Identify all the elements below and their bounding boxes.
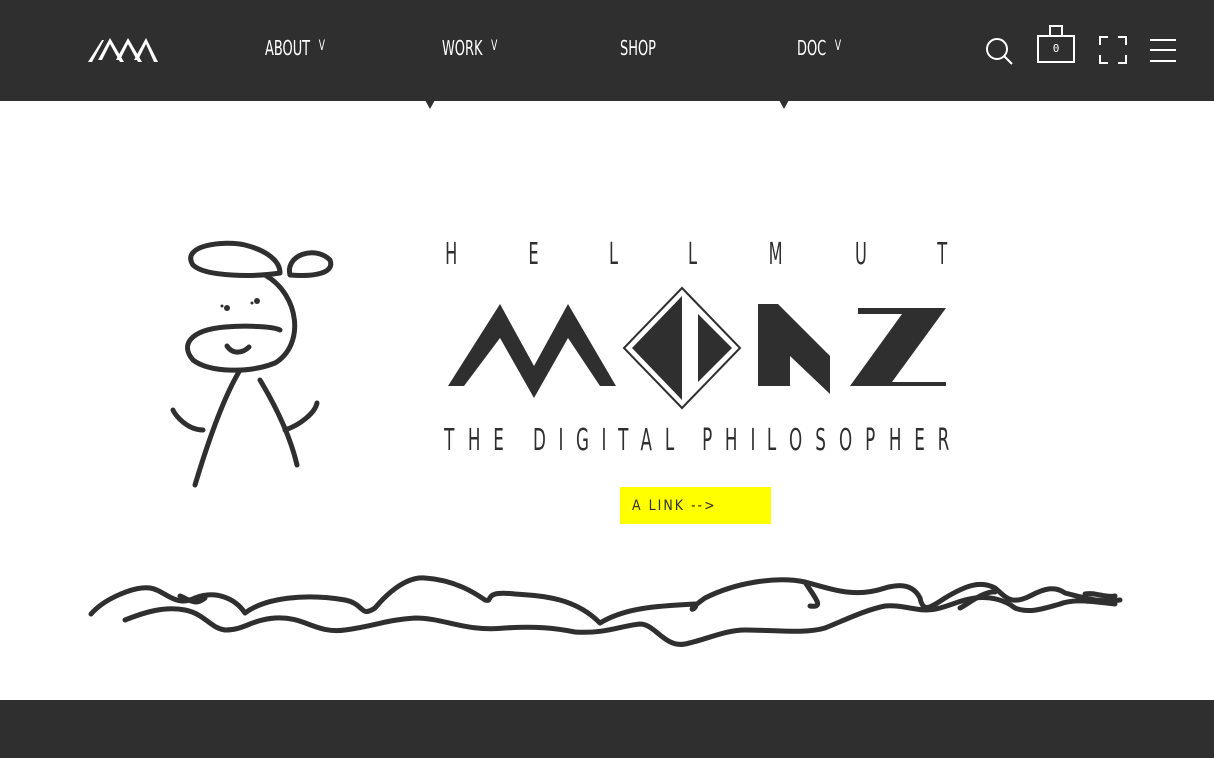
- cart-count: 0: [1052, 42, 1060, 55]
- menu-icon[interactable]: [1150, 38, 1176, 64]
- dropdown-pointer: [425, 100, 435, 109]
- tagline-letter: R: [937, 422, 950, 458]
- nav-doc[interactable]: DOC v: [797, 34, 841, 62]
- tagline-letter: P: [702, 422, 713, 458]
- scribble-divider: [88, 575, 1123, 647]
- nav-doc-label: DOC: [797, 36, 827, 60]
- hero-letter: M: [768, 236, 783, 272]
- hero-tagline: T H E D I G I T A L P H I L O S O P H E …: [441, 420, 953, 460]
- tagline-letter: H: [467, 422, 480, 458]
- hero-letter: H: [445, 236, 458, 272]
- hero-letter: L: [609, 236, 619, 272]
- hero-letter: L: [687, 236, 697, 272]
- tagline-letter: O: [788, 422, 802, 458]
- tagline-letter: A: [640, 422, 653, 458]
- tagline-letter: I: [558, 422, 564, 458]
- nav-shop-label: SHOP: [620, 36, 656, 60]
- nav-about-label: ABOUT: [265, 36, 311, 60]
- hero-letter: E: [528, 236, 539, 272]
- chevron-down-icon: v: [491, 38, 498, 54]
- chevron-down-icon: v: [834, 38, 842, 54]
- cart-button[interactable]: 0: [1036, 24, 1076, 64]
- hero-firstname: H E L L M U T: [441, 236, 951, 272]
- nav-work[interactable]: WORK v: [442, 34, 497, 62]
- logo-icon[interactable]: [88, 36, 158, 64]
- tagline-letter: G: [575, 422, 589, 458]
- tagline-letter: H: [725, 422, 738, 458]
- hero-letter: U: [854, 236, 867, 272]
- cta-label: A LINK -->: [632, 497, 717, 514]
- site-header: ABOUT v WORK v SHOP DOC v 0: [0, 0, 1214, 101]
- tagline-letter: H: [888, 422, 902, 458]
- fullscreen-icon[interactable]: [1099, 36, 1127, 64]
- search-icon[interactable]: [984, 36, 1014, 66]
- tagline-letter: T: [617, 422, 629, 458]
- tagline-letter: O: [839, 422, 853, 458]
- wordmark-monz: [448, 286, 946, 410]
- dropdown-pointer: [779, 100, 789, 109]
- tagline-letter: L: [766, 422, 776, 458]
- tagline-letter: E: [914, 422, 925, 458]
- cta-link-button[interactable]: A LINK -->: [620, 487, 771, 524]
- tagline-letter: I: [750, 422, 756, 458]
- character-illustration: [170, 240, 334, 488]
- tagline-letter: E: [493, 422, 504, 458]
- nav-about[interactable]: ABOUT v: [265, 34, 325, 62]
- chevron-down-icon: v: [318, 38, 325, 54]
- tagline-letter: T: [444, 422, 455, 458]
- hero-letter: T: [937, 236, 948, 272]
- nav-shop[interactable]: SHOP: [620, 34, 656, 62]
- tagline-letter: I: [601, 422, 607, 458]
- tagline-letter: L: [664, 422, 675, 458]
- footer-bar: [0, 700, 1214, 758]
- nav-work-label: WORK: [442, 36, 483, 60]
- tagline-letter: D: [532, 422, 546, 458]
- tagline-letter: S: [815, 422, 826, 458]
- tagline-letter: P: [865, 422, 876, 458]
